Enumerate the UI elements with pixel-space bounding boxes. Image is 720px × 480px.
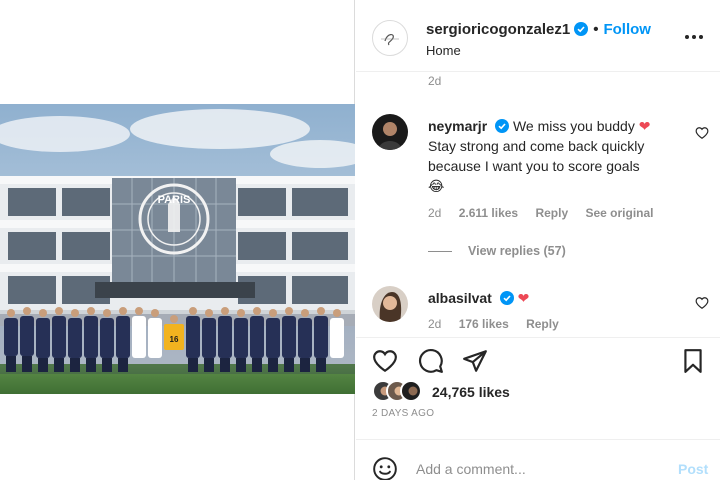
comment-likes[interactable]: 176 likes: [459, 317, 509, 331]
replies-divider-line: [428, 251, 452, 253]
add-comment-bar: Post: [356, 439, 720, 480]
post-date[interactable]: 2 DAYS AGO: [372, 408, 434, 419]
red-heart-emoji-icon: ❤: [517, 290, 530, 306]
reply-button[interactable]: Reply: [526, 317, 559, 331]
bookmark-icon[interactable]: [680, 348, 706, 374]
media-pane: PARIS 16: [0, 0, 355, 480]
comment-meta: 2d 176 likes Reply: [428, 317, 573, 331]
comment-likes[interactable]: 2.611 likes: [459, 206, 518, 220]
separator-dot: •: [593, 21, 599, 38]
comment-bubble-icon[interactable]: [418, 348, 444, 374]
comment-meta: 2d 2.611 likes Reply See original: [428, 206, 668, 220]
comments-list[interactable]: 2d neymarjr We miss you buddy ❤ Stay str…: [356, 72, 720, 337]
liker-avatar: [400, 380, 422, 402]
comment-username[interactable]: neymarjr: [428, 118, 487, 134]
comment-username[interactable]: albasilvat: [428, 290, 492, 306]
instagram-post-page: PARIS 16 sergioricogonzalez1 • Follow Ho…: [0, 0, 720, 480]
view-replies-button[interactable]: View replies (57): [428, 244, 566, 258]
heart-outline-icon[interactable]: [695, 126, 709, 140]
emoji-smile-icon[interactable]: [372, 456, 398, 480]
previous-comment-timestamp: 2d: [428, 74, 442, 88]
verified-badge-icon: [574, 22, 589, 36]
post-side-panel: sergioricogonzalez1 • Follow Home 2d ney…: [356, 0, 720, 480]
red-heart-emoji-icon: ❤: [638, 118, 651, 134]
more-dots-icon[interactable]: [684, 34, 704, 40]
reply-button[interactable]: Reply: [535, 206, 568, 220]
verified-badge-icon: [495, 119, 510, 133]
comment-input[interactable]: [416, 458, 666, 480]
comment-body: albasilvat ❤: [428, 288, 678, 308]
verified-badge-icon: [499, 291, 514, 305]
like-heart-icon[interactable]: [372, 348, 398, 374]
heart-outline-icon[interactable]: [695, 296, 709, 310]
post-location[interactable]: Home: [426, 43, 461, 58]
signature-logo-icon: [381, 34, 399, 46]
comment-time[interactable]: 2d: [428, 317, 441, 331]
post-photo[interactable]: PARIS 16: [0, 104, 355, 394]
author-avatar[interactable]: [372, 20, 408, 56]
see-original-button[interactable]: See original: [585, 206, 653, 220]
commenter-avatar[interactable]: [372, 286, 408, 322]
author-username[interactable]: sergioricogonzalez1: [426, 21, 570, 38]
likes-count[interactable]: 24,765 likes: [432, 384, 510, 400]
author-line: sergioricogonzalez1 • Follow: [426, 21, 651, 38]
laughing-emoji-icon: 😂: [428, 178, 445, 194]
svg-text:16: 16: [170, 335, 179, 344]
post-comment-button[interactable]: Post: [678, 461, 708, 477]
paper-plane-icon[interactable]: [462, 348, 488, 374]
comment-text-continued: Stay strong and come back quickly becaus…: [428, 138, 645, 174]
comment-time[interactable]: 2d: [428, 206, 441, 220]
comment-text: We miss you buddy: [512, 118, 635, 134]
post-header: sergioricogonzalez1 • Follow Home: [356, 0, 720, 72]
commenter-avatar[interactable]: [372, 114, 408, 150]
building-sign-text: PARIS: [158, 194, 191, 206]
post-actions: 24,765 likes 2 DAYS AGO: [356, 337, 720, 439]
team-photo-image: PARIS 16: [0, 104, 355, 394]
follow-button[interactable]: Follow: [603, 21, 651, 38]
comment-body: neymarjr We miss you buddy ❤ Stay strong…: [428, 116, 678, 196]
view-replies-label: View replies (57): [468, 244, 566, 258]
